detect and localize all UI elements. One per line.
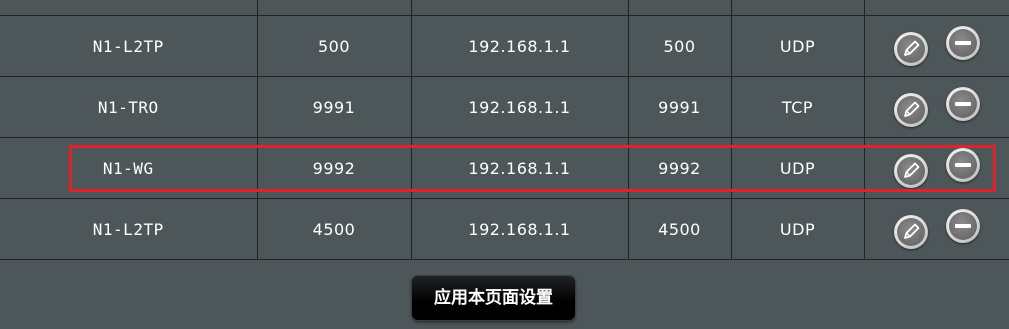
protocol-cell: UDP [730,198,865,260]
delete-minus-icon[interactable] [945,148,980,182]
actions-cell [863,15,1009,77]
delete-minus-icon[interactable] [945,209,980,243]
port-forwarding-panel: N1-L2TP 500 192.168.1.1 500 UDP N1-TRO 9… [0,0,1009,329]
delete-minus-icon[interactable] [945,87,980,121]
actions-cell [863,0,1009,16]
protocol-cell: UDP [730,137,865,199]
local-port-cell: 4500 [627,198,732,260]
local-ip-cell: 192.168.1.1 [410,15,629,77]
actions-cell [863,76,1009,138]
actions-cell [863,198,1009,260]
port-range-cell: 9992 [256,137,412,199]
protocol-cell: UDP [730,15,865,77]
edit-pencil-icon[interactable] [893,93,928,127]
protocol-cell: TCP [730,76,865,138]
table-row-highlighted: N1-WG 9992 192.168.1.1 9992 UDP [0,137,1009,199]
port-forwarding-table: N1-L2TP 500 192.168.1.1 500 UDP N1-TRO 9… [0,0,1009,260]
table-row: N1-TRO 9991 192.168.1.1 9991 TCP [0,76,1009,138]
port-range-cell: 500 [256,15,412,77]
table-row: N1-L2TP 4500 192.168.1.1 4500 UDP [0,198,1009,260]
service-name-cell: N1-L2TP [0,15,258,77]
local-port-cell: 9991 [627,76,732,138]
port-range-cell: 4500 [256,198,412,260]
service-name-cell: N1-WG [0,137,258,199]
service-name-cell [0,0,258,16]
table-row: N1-L2TP 500 192.168.1.1 500 UDP [0,15,1009,77]
local-port-cell: 9992 [627,137,732,199]
port-range-cell: 9991 [256,76,412,138]
local-port-cell: 500 [627,15,732,77]
delete-minus-icon[interactable] [945,26,980,60]
port-range-cell [256,0,412,16]
edit-pencil-icon[interactable] [893,154,928,188]
protocol-cell [730,0,865,16]
local-port-cell [627,0,732,16]
local-ip-cell [410,0,629,16]
local-ip-cell: 192.168.1.1 [410,198,629,260]
service-name-cell: N1-L2TP [0,198,258,260]
table-row [0,0,1009,16]
local-ip-cell: 192.168.1.1 [410,137,629,199]
edit-pencil-icon[interactable] [893,32,928,66]
edit-pencil-icon[interactable] [893,215,928,249]
local-ip-cell: 192.168.1.1 [410,76,629,138]
apply-settings-button[interactable]: 应用本页面设置 [412,276,575,320]
actions-cell [863,137,1009,199]
service-name-cell: N1-TRO [0,76,258,138]
